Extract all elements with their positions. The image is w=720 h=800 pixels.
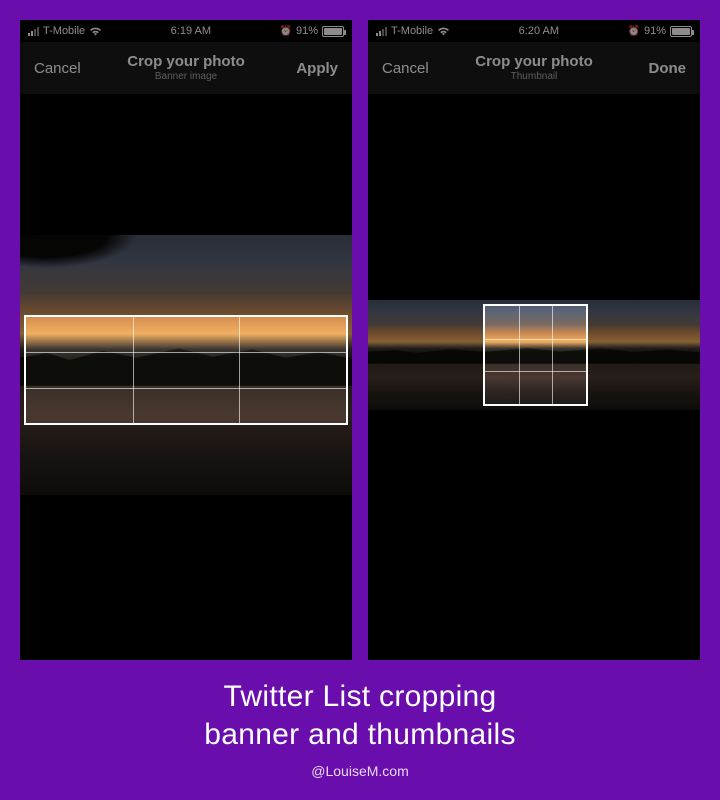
- caption-block: Twitter List cropping banner and thumbna…: [0, 678, 720, 779]
- photo-canvas[interactable]: [368, 300, 700, 410]
- caption-credit: @LouiseM.com: [0, 763, 720, 779]
- alarm-icon: ⏰: [628, 26, 640, 37]
- carrier-label: T-Mobile: [391, 25, 433, 37]
- wifi-icon: [89, 26, 102, 36]
- crop-rectangle[interactable]: [24, 315, 348, 425]
- battery-percent: 91%: [644, 25, 666, 37]
- status-time: 6:20 AM: [519, 25, 559, 37]
- photo-canvas[interactable]: [20, 235, 352, 495]
- signal-icon: [376, 27, 387, 36]
- nav-bar: Cancel Crop your photo Thumbnail Done: [368, 42, 700, 94]
- battery-icon: [670, 26, 692, 37]
- carrier-label: T-Mobile: [43, 25, 85, 37]
- status-right: ⏰ 91%: [280, 25, 344, 37]
- crop-rectangle[interactable]: [483, 304, 588, 406]
- nav-bar: Cancel Crop your photo Banner image Appl…: [20, 42, 352, 94]
- caption-line-1: Twitter List cropping: [0, 678, 720, 716]
- done-button[interactable]: Done: [634, 60, 686, 77]
- wifi-icon: [437, 26, 450, 36]
- status-bar: T-Mobile 6:20 AM ⏰ 91%: [368, 20, 700, 42]
- cancel-button[interactable]: Cancel: [382, 60, 434, 77]
- phone-screenshot-banner: T-Mobile 6:19 AM ⏰ 91% Cancel Crop your …: [20, 20, 352, 660]
- apply-button[interactable]: Apply: [286, 60, 338, 77]
- caption-line-2: banner and thumbnails: [0, 716, 720, 754]
- status-time: 6:19 AM: [171, 25, 211, 37]
- signal-icon: [28, 27, 39, 36]
- status-left: T-Mobile: [28, 25, 102, 37]
- status-left: T-Mobile: [376, 25, 450, 37]
- cancel-button[interactable]: Cancel: [34, 60, 86, 77]
- battery-percent: 91%: [296, 25, 318, 37]
- phone-comparison-row: T-Mobile 6:19 AM ⏰ 91% Cancel Crop your …: [0, 0, 720, 660]
- status-right: ⏰ 91%: [628, 25, 692, 37]
- battery-icon: [322, 26, 344, 37]
- status-bar: T-Mobile 6:19 AM ⏰ 91%: [20, 20, 352, 42]
- alarm-icon: ⏰: [280, 26, 292, 37]
- phone-screenshot-thumbnail: T-Mobile 6:20 AM ⏰ 91% Cancel Crop your …: [368, 20, 700, 660]
